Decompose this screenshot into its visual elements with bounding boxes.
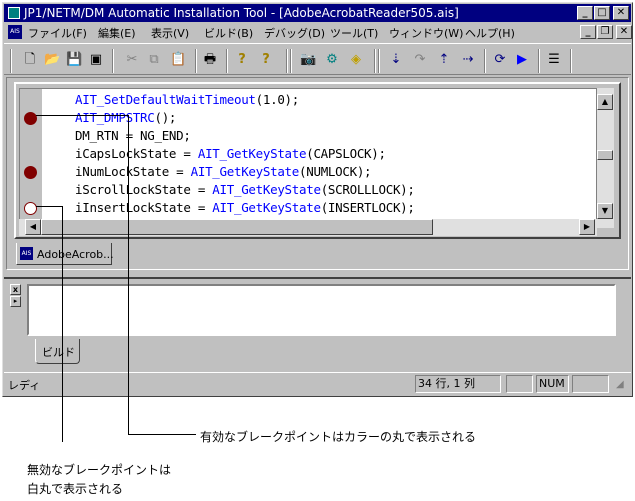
document-icon: AIS (20, 247, 33, 260)
step-over-icon[interactable]: ↷ (412, 52, 428, 68)
status-panel-4 (572, 375, 609, 393)
code-keyword: AIT_DMPSTRC (75, 110, 155, 125)
doc-restore-button[interactable]: ❐ (597, 25, 613, 39)
output-close-button[interactable]: x (10, 284, 21, 295)
callout-line (128, 434, 196, 435)
code-keyword: AIT_GetKeyState (190, 164, 300, 179)
help-icon[interactable]: ? (234, 52, 250, 68)
run-icon[interactable]: ▶ (514, 52, 530, 68)
menu-file[interactable]: ファイル(F) (28, 25, 87, 41)
code-text: DM_RTN = NG_END; (75, 128, 191, 143)
callout-line (36, 206, 63, 207)
step-out-icon[interactable]: ⇡ (436, 52, 452, 68)
save-icon[interactable]: 💾 (66, 52, 82, 68)
code-text: (INSERTLOCK); (320, 200, 415, 215)
window-title: JP1/NETM/DM Automatic Installation Tool … (24, 6, 459, 20)
save-all-icon[interactable]: ▣ (88, 52, 104, 68)
close-button[interactable]: ✕ (613, 6, 629, 20)
scroll-down-button[interactable]: ▼ (597, 203, 613, 219)
menu-bar: AIS ファイル(F) 編集(E) 表示(V) ビルド(B) デバッグ(D) ツ… (4, 23, 632, 41)
disabled-breakpoint-annotation-line1: 無効なブレークポイントは (27, 463, 172, 477)
code-line[interactable]: iScrollLockState = AIT_GetKeyState(SCROL… (75, 182, 415, 197)
open-folder-icon[interactable]: 📂 (44, 52, 60, 68)
breakpoint-list-icon[interactable]: ☰ (546, 52, 562, 68)
enabled-breakpoint-icon[interactable] (24, 166, 37, 179)
menu-tools[interactable]: ツール(T) (330, 25, 378, 41)
run-to-cursor-icon[interactable]: ⇢ (460, 52, 476, 68)
code-keyword: AIT_SetDefaultWaitTimeout (75, 92, 256, 107)
print-icon[interactable]: 🖶 (202, 52, 218, 68)
scroll-right-button[interactable]: ▶ (579, 219, 595, 235)
resize-grip[interactable]: ◢ (616, 379, 624, 390)
menu-debug[interactable]: デバッグ(D) (264, 25, 325, 41)
title-bar: JP1/NETM/DM Automatic Installation Tool … (4, 4, 631, 22)
code-line[interactable]: DM_RTN = NG_END; (75, 128, 191, 143)
code-line[interactable]: iCapsLockState = AIT_GetKeyState(CAPSLOC… (75, 146, 386, 161)
code-text: (CAPSLOCK); (306, 146, 386, 161)
scroll-up-button[interactable]: ▲ (597, 94, 613, 110)
tab-label: AdobeAcrob... (37, 248, 114, 261)
new-file-icon[interactable]: 🗋 (22, 52, 38, 68)
code-line[interactable]: iInsertLockState = AIT_GetKeyState(INSER… (75, 200, 415, 215)
code-keyword: AIT_GetKeyState (212, 182, 321, 197)
disabled-breakpoint-icon[interactable] (24, 202, 37, 215)
callout-line (36, 115, 129, 116)
enabled-breakpoint-annotation: 有効なブレークポイントはカラーの丸で表示される (200, 430, 477, 444)
tab-build[interactable]: ビルド (35, 339, 80, 364)
code-line[interactable]: iNumLockState = AIT_GetKeyState(NUMLOCK)… (75, 164, 372, 179)
status-bar: レディ 34 行, 1 列 NUM ◢ (4, 372, 631, 394)
code-text: iCapsLockState = (75, 146, 198, 161)
code-keyword: AIT_GetKeyState (197, 146, 307, 161)
doc-close-button[interactable]: ✕ (616, 25, 632, 39)
status-panel-2 (506, 375, 533, 393)
status-text: レディ (8, 379, 41, 392)
tab-label: ビルド (42, 346, 75, 359)
scroll-left-button[interactable]: ◀ (25, 219, 41, 235)
callout-line (128, 115, 129, 435)
build-icon[interactable]: ⟳ (492, 52, 508, 68)
cursor-position: 34 行, 1 列 (415, 375, 501, 393)
menu-window[interactable]: ウィンドウ(W) (389, 25, 463, 41)
menu-view[interactable]: 表示(V) (151, 25, 189, 41)
horizontal-scrollbar[interactable]: ◀ ▶ (19, 219, 597, 236)
hscroll-thumb[interactable] (41, 219, 433, 235)
output-text-area[interactable] (27, 284, 616, 336)
package-icon[interactable]: ◈ (348, 52, 364, 68)
minimize-button[interactable]: _ (577, 6, 593, 20)
toolbar: 🗋 📂 💾 ▣ ✂ ⧉ 📋 🖶 ? ? 📷 ⚙ ◈ ⇣ ↷ ⇡ ⇢ ⟳ ▶ ☰ (4, 43, 631, 75)
camera-icon[interactable]: 📷 (300, 52, 316, 68)
menu-build[interactable]: ビルド(B) (204, 25, 253, 41)
scroll-thumb[interactable] (597, 150, 613, 160)
paste-icon[interactable]: 📋 (170, 52, 186, 68)
cut-icon[interactable]: ✂ (124, 52, 140, 68)
app-icon (8, 7, 20, 19)
code-editor[interactable]: AIT_SetDefaultWaitTimeout(1.0); AIT_DMPST… (19, 88, 597, 228)
output-expand-button[interactable]: ▸ (10, 296, 21, 307)
vertical-scrollbar[interactable]: ▲ ▼ (597, 88, 614, 228)
document-icon[interactable]: AIS (8, 25, 22, 39)
copy-icon[interactable]: ⧉ (146, 52, 162, 68)
code-text: (); (154, 110, 177, 125)
callout-line (62, 206, 63, 442)
code-line[interactable]: AIT_DMPSTRC(); (75, 110, 176, 125)
code-text: iNumLockState = (75, 164, 191, 179)
menu-help[interactable]: ヘルプ(H) (465, 25, 515, 41)
maximize-button[interactable]: □ (594, 6, 610, 20)
context-help-icon[interactable]: ? (258, 52, 274, 68)
code-text: (1.0); (255, 92, 300, 107)
disabled-breakpoint-annotation-line2: 白丸で表示される (27, 482, 124, 496)
enabled-breakpoint-icon[interactable] (24, 112, 37, 125)
doc-minimize-button[interactable]: _ (580, 25, 596, 39)
code-text: (SCROLLLOCK); (320, 182, 415, 197)
wizard-icon[interactable]: ⚙ (324, 52, 340, 68)
step-into-icon[interactable]: ⇣ (388, 52, 404, 68)
tab-document[interactable]: AIS AdobeAcrob... (16, 243, 114, 265)
code-keyword: AIT_GetKeyState (212, 200, 321, 215)
code-text: (NUMLOCK); (299, 164, 372, 179)
code-text: iInsertLockState = (75, 200, 213, 215)
code-line[interactable]: AIT_SetDefaultWaitTimeout(1.0); (75, 92, 299, 107)
code-text: iScrollLockState = (75, 182, 213, 197)
num-lock-indicator: NUM (536, 375, 569, 393)
menu-edit[interactable]: 編集(E) (98, 25, 136, 41)
